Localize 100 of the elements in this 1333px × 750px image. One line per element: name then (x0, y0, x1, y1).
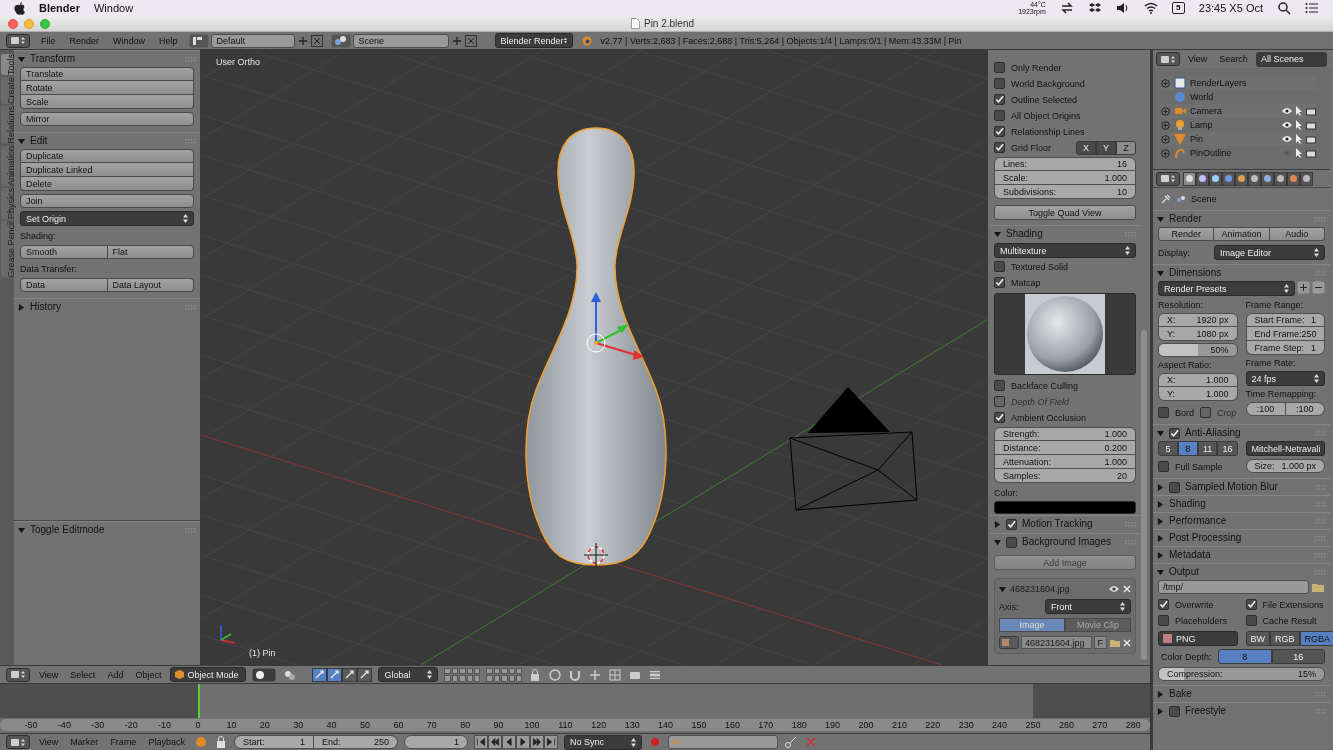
menu-item[interactable]: View (36, 736, 62, 748)
tool-button[interactable]: Duplicate Linked (20, 163, 194, 177)
dropdown[interactable]: Render Presets (1158, 281, 1295, 296)
filter-dropdown[interactable]: All Scenes (1255, 51, 1327, 67)
dropdown[interactable]: Front (1045, 599, 1131, 614)
panel-title[interactable]: Performance (1169, 515, 1227, 527)
add-icon[interactable] (1297, 281, 1310, 294)
menu-item[interactable]: File (38, 34, 59, 47)
axis-toggle[interactable]: X (1076, 140, 1096, 155)
panel-title[interactable]: Motion Tracking (1022, 518, 1093, 530)
collapse-triangle-icon[interactable] (1157, 269, 1164, 277)
pin-icon[interactable] (1161, 194, 1171, 204)
number-field[interactable]: Scale: 1.000 (994, 171, 1136, 185)
manipulator-toggle[interactable] (327, 667, 343, 682)
wifi-icon[interactable] (1143, 1, 1158, 15)
color-mode-toggle[interactable]: RGBA (1299, 631, 1333, 646)
expand-triangle-icon[interactable] (1157, 551, 1164, 559)
tool-button[interactable]: Data Layout (107, 278, 194, 292)
expand-icon[interactable] (1161, 134, 1170, 144)
snap-icon[interactable] (588, 667, 603, 682)
manipulator-toggle[interactable] (312, 667, 328, 682)
menu-item[interactable]: Frame (107, 736, 140, 748)
expand-triangle-icon[interactable] (1157, 517, 1164, 525)
context-tab[interactable] (1261, 171, 1274, 186)
expand-icon[interactable] (1161, 78, 1170, 88)
close-button[interactable] (8, 18, 18, 29)
collapse-triangle-icon[interactable] (18, 137, 25, 145)
panel-title[interactable]: Freestyle (1185, 705, 1227, 717)
color-mode-toggle[interactable]: BW (1245, 631, 1270, 646)
number-field[interactable]: Lines: 16 (994, 157, 1136, 171)
tool-tab[interactable]: Tools (1, 54, 13, 75)
manipulator-toggle[interactable] (342, 667, 358, 682)
expand-icon[interactable] (1161, 148, 1170, 158)
menu-item[interactable]: Object (132, 668, 165, 681)
panel-title[interactable]: Bake (1169, 688, 1192, 700)
context-tab[interactable] (1196, 171, 1209, 186)
tool-button[interactable]: Scale (20, 95, 194, 109)
editor-type-button[interactable] (1156, 171, 1180, 186)
checkbox[interactable]: Backface Culling (994, 378, 1136, 393)
file-name-field[interactable]: 468231604.jpg (1021, 636, 1092, 649)
end-frame-field[interactable]: End: 250 (313, 735, 398, 749)
tool-tab[interactable]: Grease Pencil (1, 220, 13, 278)
menu-item[interactable]: Search (1215, 53, 1252, 65)
panel-title[interactable]: Output (1169, 566, 1200, 578)
menu-item[interactable]: View (1184, 53, 1212, 65)
number-field[interactable]: Samples: 20 (994, 469, 1136, 483)
panel-title[interactable]: Post Processing (1169, 532, 1242, 544)
tool-button[interactable]: Duplicate (20, 149, 194, 163)
panel-title[interactable]: Transform (30, 53, 76, 65)
compression-slider[interactable]: Compression: 15% (1158, 667, 1325, 681)
panel-title[interactable]: Metadata (1169, 549, 1211, 561)
tool-button[interactable]: Data (20, 278, 108, 292)
panel-title[interactable]: Shading (1006, 228, 1043, 240)
expand-triangle-icon[interactable] (1157, 483, 1164, 491)
sync-arrows-icon[interactable] (1059, 1, 1074, 15)
context-tab[interactable] (1222, 171, 1235, 186)
collapse-triangle-icon[interactable] (1157, 429, 1164, 437)
expand-triangle-icon[interactable] (18, 303, 25, 311)
number-field[interactable]: Size: 1.000 px (1245, 459, 1325, 473)
collapse-triangle-icon[interactable] (18, 55, 25, 63)
editor-type-button[interactable] (6, 33, 30, 48)
outliner-row[interactable]: Camera (1161, 104, 1316, 118)
expand-triangle-icon[interactable] (1157, 707, 1164, 715)
sync-dropdown[interactable]: No Sync (563, 734, 642, 750)
tool-tab[interactable]: Relations (1, 106, 13, 144)
outliner-row[interactable]: PinOutline (1161, 146, 1316, 160)
editor-type-button[interactable] (6, 667, 30, 682)
transform-gizmo-icon[interactable] (586, 292, 644, 360)
checkbox[interactable] (1006, 536, 1017, 548)
panel-title[interactable]: Sampled Motion Blur (1185, 481, 1278, 493)
source-tab[interactable]: Movie Clip (1065, 618, 1131, 632)
playback-button[interactable] (473, 735, 488, 749)
context-tab[interactable] (1209, 171, 1222, 186)
number-field[interactable]: X: 1920 px (1158, 313, 1238, 327)
expand-triangle-icon[interactable] (1157, 534, 1164, 542)
zoom-button[interactable] (40, 18, 50, 29)
menu-item[interactable]: Window (93, 2, 134, 14)
panel-title[interactable]: Background Images (1022, 536, 1111, 548)
checkbox[interactable]: Bord (1158, 405, 1194, 420)
tool-button[interactable]: Rotate (20, 81, 194, 95)
source-tab[interactable]: Image (999, 618, 1065, 632)
axis-toggle[interactable]: Y (1096, 140, 1116, 155)
add-icon[interactable] (296, 34, 309, 47)
number-field[interactable]: Frame Step: 1 (1245, 341, 1325, 355)
menu-icon[interactable] (1305, 1, 1319, 15)
checkbox[interactable] (1169, 427, 1180, 439)
panel-title[interactable]: Render (1169, 213, 1202, 225)
checkbox[interactable]: Placeholders (1158, 613, 1238, 628)
eye-icon[interactable] (1282, 135, 1292, 143)
checkbox[interactable]: Matcap (994, 275, 1136, 290)
render-engine-dropdown[interactable]: Blender Render (494, 33, 573, 48)
eye-icon[interactable] (1282, 121, 1292, 129)
context-tab[interactable] (1274, 171, 1287, 186)
collapse-triangle-icon[interactable] (994, 538, 1001, 546)
image-icon[interactable] (999, 636, 1019, 649)
sample-toggle[interactable]: 8 (1177, 441, 1198, 456)
checkbox[interactable]: Full Sample (1158, 459, 1238, 474)
expand-triangle-icon[interactable] (994, 520, 1001, 528)
calendar-icon[interactable]: 5 (1171, 2, 1185, 14)
panel-title[interactable]: Edit (30, 135, 48, 147)
